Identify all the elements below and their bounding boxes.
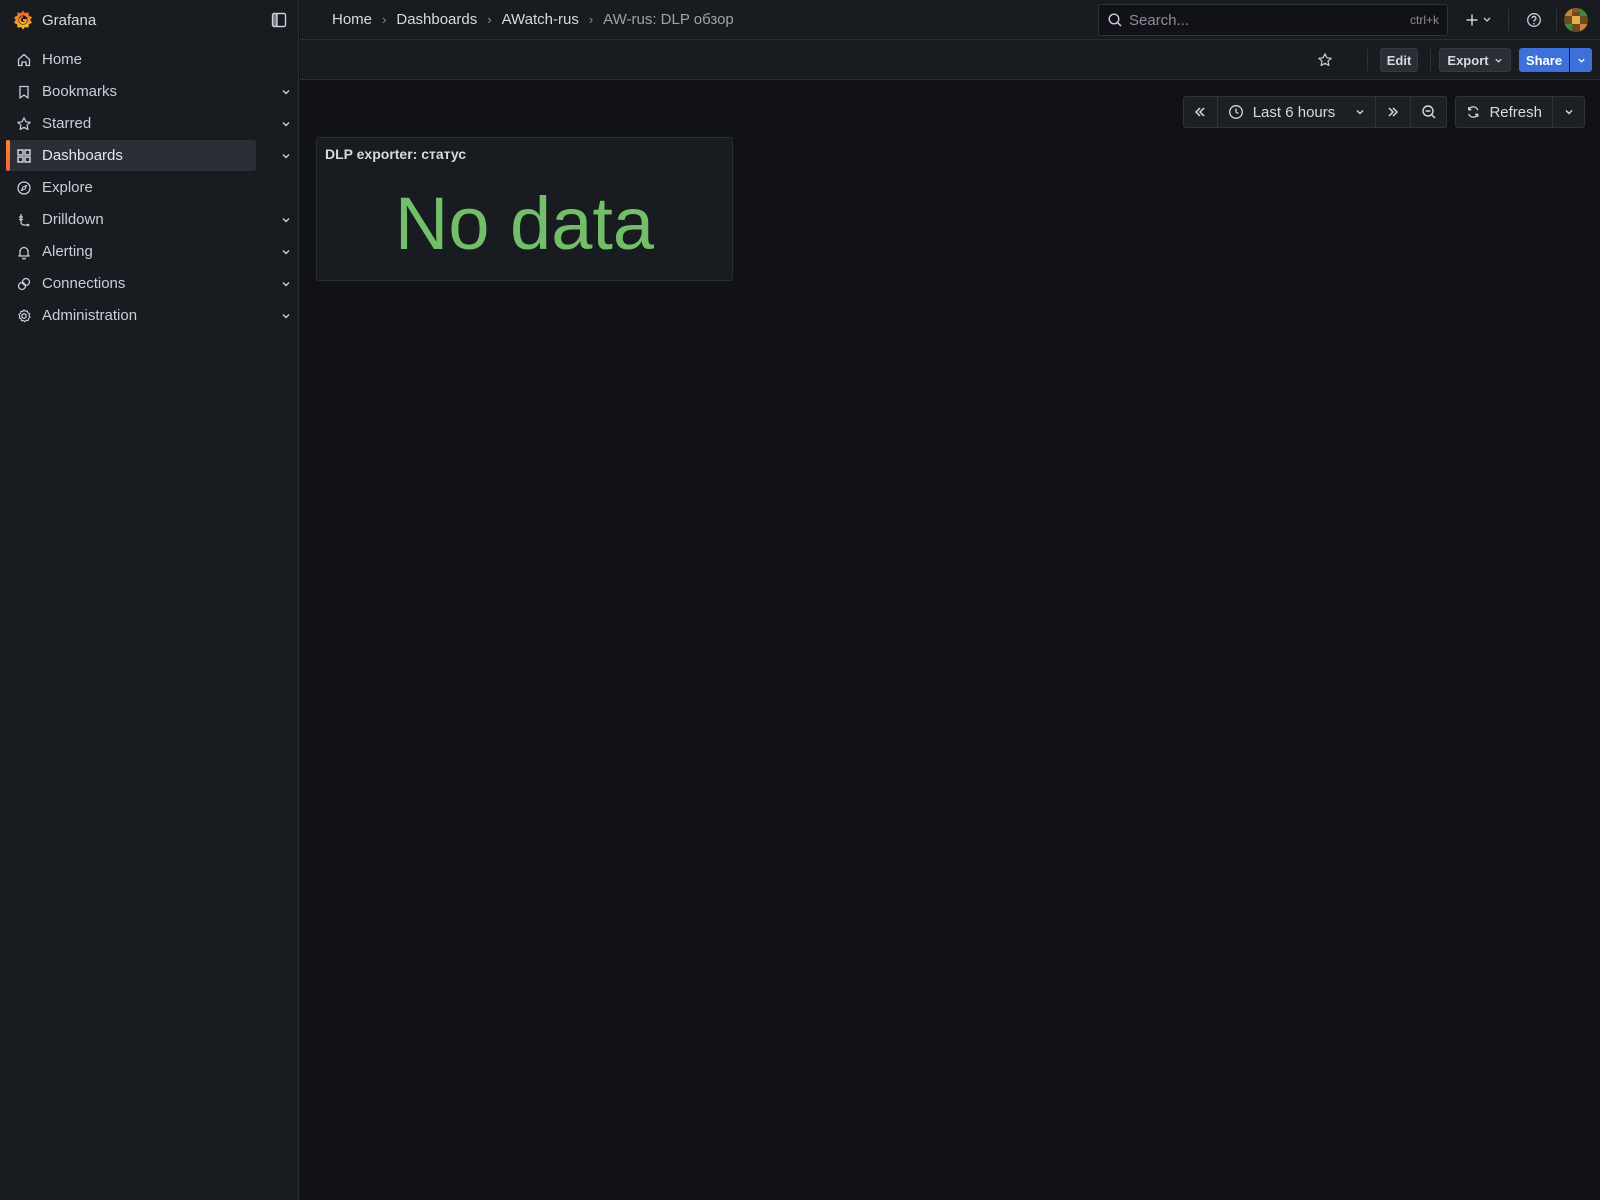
- sidebar-item-label: Explore: [42, 179, 93, 196]
- sidebar-item-home[interactable]: Home: [6, 44, 256, 75]
- search-input[interactable]: Search... ctrl+k: [1098, 4, 1448, 36]
- toolbar-divider: [1556, 9, 1557, 31]
- chevron-down-icon[interactable]: [274, 144, 298, 168]
- time-range-picker-button[interactable]: Last 6 hours: [1218, 97, 1376, 127]
- breadcrumb-separator: ›: [382, 12, 387, 27]
- grafana-app: Grafana Home Bookmarks Starred Dashboard…: [0, 0, 1600, 1200]
- panel-no-data-value: No data: [394, 182, 655, 265]
- chevron-down-icon[interactable]: [274, 208, 298, 232]
- zoom-out-button[interactable]: [1411, 97, 1446, 127]
- sidebar-item-label: Drilldown: [42, 211, 104, 228]
- sidebar-item-bookmarks[interactable]: Bookmarks: [6, 76, 290, 107]
- breadcrumb-folder[interactable]: AWatch-rus: [502, 11, 579, 28]
- breadcrumb-home[interactable]: Home: [332, 11, 372, 28]
- refresh-button[interactable]: Refresh: [1456, 97, 1553, 127]
- breadcrumb-separator: ›: [588, 12, 594, 27]
- edit-button[interactable]: Edit: [1380, 48, 1418, 72]
- apps-grid-icon: [16, 148, 32, 164]
- chevron-down-icon[interactable]: [274, 80, 298, 104]
- home-icon: [16, 52, 32, 68]
- panel-title[interactable]: DLP exporter: статус: [325, 146, 466, 162]
- sidebar-item-dashboards[interactable]: Dashboards: [6, 140, 290, 171]
- search-icon: [1107, 12, 1123, 28]
- top-bar: Home › Dashboards › AWatch-rus › AW-rus:…: [300, 0, 1600, 40]
- bookmark-icon: [16, 84, 32, 100]
- sync-icon: [1468, 106, 1479, 118]
- sidebar-item-label: Home: [42, 51, 83, 68]
- stat-panel[interactable]: DLP exporter: статус No data: [316, 137, 733, 281]
- chevron-down-icon: [1565, 110, 1572, 115]
- sidebar-item-label: Bookmarks: [42, 83, 118, 100]
- sidebar-item-connections[interactable]: Connections: [6, 268, 290, 299]
- drilldown-icon: [16, 212, 32, 228]
- sidebar-item-label: Connections: [42, 275, 126, 292]
- sidebar-item-drilldown[interactable]: Drilldown: [6, 204, 290, 235]
- export-button[interactable]: Export: [1439, 48, 1511, 72]
- sidebar-item-explore[interactable]: Explore: [6, 172, 256, 203]
- sidebar-item-alerting[interactable]: Alerting: [6, 236, 290, 267]
- sidebar-item-label: Starred: [42, 115, 92, 132]
- chevron-down-icon[interactable]: [274, 272, 298, 296]
- refresh-interval-button[interactable]: [1553, 97, 1584, 127]
- search-minus-icon: [1421, 105, 1436, 119]
- cog-icon: [16, 308, 32, 324]
- chevron-down-icon: [1494, 58, 1502, 63]
- dashboard-controls: Edit Export Share: [300, 40, 1600, 80]
- breadcrumb: Home › Dashboards › AWatch-rus › AW-rus:…: [300, 11, 734, 28]
- share-menu-button[interactable]: [1570, 48, 1592, 72]
- bell-icon: [16, 244, 32, 260]
- chevron-down-icon: [1577, 58, 1585, 63]
- chevron-down-icon: [1356, 110, 1364, 115]
- toolbar-divider: [1367, 49, 1368, 71]
- search-placeholder: Search...: [1129, 11, 1190, 29]
- compass-icon: [16, 180, 32, 196]
- sidebar-item-starred[interactable]: Starred: [6, 108, 290, 139]
- star-dashboard-icon[interactable]: [1313, 48, 1337, 72]
- time-range-label: Last 6 hours: [1252, 103, 1336, 121]
- time-shift-back-button[interactable]: [1184, 97, 1218, 127]
- clock-icon: [1228, 105, 1243, 119]
- dock-menu-icon[interactable]: [270, 11, 288, 29]
- plus-icon: [1466, 14, 1478, 26]
- star-icon: [16, 116, 32, 132]
- brand-name: Grafana: [42, 11, 97, 29]
- help-icon[interactable]: [1522, 8, 1546, 32]
- sidebar: Grafana Home Bookmarks Starred Dashboard…: [0, 0, 299, 1200]
- sidebar-item-administration[interactable]: Administration: [6, 300, 290, 331]
- sidebar-item-label: Dashboards: [42, 147, 123, 164]
- search-shortcut: ctrl+k: [1409, 13, 1439, 27]
- main-nav: Home Bookmarks Starred Dashboards Explor…: [0, 44, 298, 331]
- brand: Grafana: [0, 0, 298, 40]
- breadcrumb-separator: ›: [487, 12, 492, 27]
- chevron-down-icon[interactable]: [274, 240, 298, 264]
- refresh-picker-group: Refresh: [1455, 96, 1585, 128]
- new-menu-button[interactable]: [1462, 8, 1498, 32]
- grafana-logo-icon[interactable]: [12, 9, 34, 31]
- share-button[interactable]: Share: [1519, 48, 1569, 72]
- toolbar-divider: [1508, 9, 1509, 31]
- chevron-down-icon[interactable]: [274, 304, 298, 328]
- link-icon: [16, 276, 32, 292]
- sidebar-item-label: Alerting: [42, 243, 93, 260]
- user-avatar[interactable]: [1564, 8, 1588, 32]
- chevron-down-icon[interactable]: [274, 112, 298, 136]
- time-shift-forward-button[interactable]: [1376, 97, 1412, 127]
- refresh-label: Refresh: [1489, 103, 1542, 121]
- breadcrumb-current-dashboard: AW-rus: DLP обзор: [603, 11, 734, 28]
- angle-double-left-icon: [1195, 107, 1205, 117]
- sidebar-item-label: Administration: [42, 307, 138, 324]
- angle-double-right-icon: [1388, 107, 1398, 117]
- breadcrumb-dashboards[interactable]: Dashboards: [396, 11, 477, 28]
- export-label: Export: [1447, 52, 1489, 68]
- toolbar-divider: [1430, 49, 1431, 71]
- time-range-picker-group: Last 6 hours: [1183, 96, 1447, 128]
